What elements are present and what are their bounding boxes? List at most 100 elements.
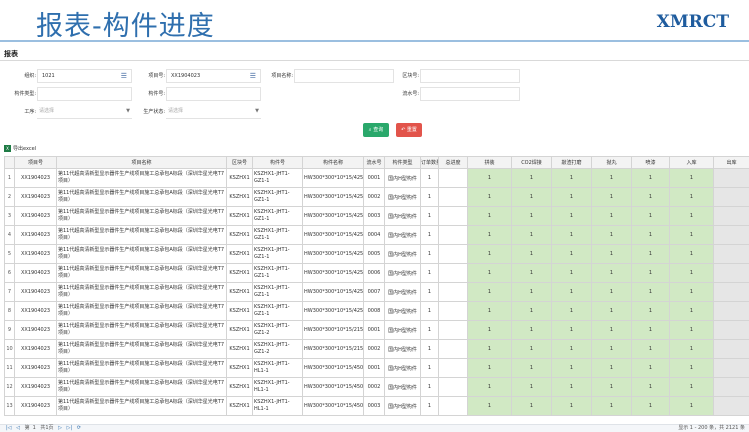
total-progress-cell: [438, 244, 468, 264]
process-cell: 1: [669, 263, 714, 283]
column-header[interactable]: 构件名称: [302, 156, 364, 169]
table-row[interactable]: 9 XX1904023 第11代超高清新型显示器件生产线项目施工总承包A标段（深圳华…: [4, 320, 749, 340]
next-page-button[interactable]: ▷: [58, 425, 62, 431]
process-select[interactable]: 请选择 ▼: [37, 105, 132, 119]
column-header[interactable]: 区块号: [226, 156, 253, 169]
component-no-cell: KSZHX1-JHT1-GZ1-1: [252, 282, 303, 302]
process-cell: 1: [669, 187, 714, 207]
table-row[interactable]: 10 XX1904023 第11代超高清新型显示器件生产线项目施工总承包A标段（深圳…: [4, 339, 749, 359]
table-row[interactable]: 13 XX1904023 第11代超高清新型显示器件生产线项目施工总承包A标段（深圳…: [4, 396, 749, 416]
table-row[interactable]: 7 XX1904023 第11代超高清新型显示器件生产线项目施工总承包A标段（深圳华…: [4, 282, 749, 302]
column-header[interactable]: 抛丸: [591, 156, 632, 169]
chevron-down-icon: ▼: [126, 108, 130, 114]
process-cell: 1: [591, 244, 632, 264]
project-cell: XX1904023: [14, 187, 57, 207]
type-cell: 国内H型构件: [384, 377, 421, 397]
column-header[interactable]: 构件类型: [384, 156, 421, 169]
export-excel-button[interactable]: X 导出excel: [4, 145, 36, 154]
total-progress-cell: [438, 301, 468, 321]
last-page-button[interactable]: ▷|: [67, 425, 73, 431]
table-row[interactable]: 3 XX1904023 第11代超高清新型显示器件生产线项目施工总承包A标段（深圳华…: [4, 206, 749, 226]
name-cell: 第11代超高清新型显示器件生产线项目施工总承包A标段（深圳华星光电T7项目）: [56, 206, 227, 226]
process-cell: 1: [591, 225, 632, 245]
process-cell: 1: [551, 206, 592, 226]
process-cell: 1: [467, 225, 512, 245]
qty-cell: 1: [420, 206, 439, 226]
table-row[interactable]: 4 XX1904023 第11代超高清新型显示器件生产线项目施工总承包A标段（深圳华…: [4, 225, 749, 245]
process-cell: 1: [551, 301, 592, 321]
outbound-cell: [713, 187, 749, 207]
column-header[interactable]: 出库: [713, 156, 749, 169]
column-header[interactable]: 订单数量: [420, 156, 439, 169]
reset-button[interactable]: ↶ 重置: [396, 123, 422, 137]
process-cell: 1: [591, 168, 632, 188]
query-button[interactable]: ⌕ 查询: [363, 123, 389, 137]
qty-cell: 1: [420, 396, 439, 416]
column-header[interactable]: 构件号: [252, 156, 303, 169]
idx: 7: [4, 282, 15, 302]
component-type-field[interactable]: [37, 87, 132, 101]
first-page-button[interactable]: |◁: [6, 425, 12, 431]
status-select[interactable]: 请选择 ▼: [166, 105, 261, 119]
total-progress-cell: [438, 168, 468, 188]
table-row[interactable]: 12 XX1904023 第11代超高清新型显示器件生产线项目施工总承包A标段（深圳…: [4, 377, 749, 397]
process-cell: 1: [669, 396, 714, 416]
qty-cell: 1: [420, 377, 439, 397]
org-field[interactable]: 1021 ☰: [37, 69, 132, 83]
idx: 11: [4, 358, 15, 378]
table-row[interactable]: 1 XX1904023 第11代超高清新型显示器件生产线项目施工总承包A标段（深圳华…: [4, 168, 749, 188]
filter-row-3: 工序: 请选择 ▼ 生产状态: 请选择 ▼: [0, 104, 749, 120]
process-cell: 1: [669, 206, 714, 226]
column-header[interactable]: 拼装: [467, 156, 512, 169]
block-cell: KSZHX1: [226, 339, 253, 359]
component-no-field[interactable]: [166, 87, 261, 101]
total-progress-cell: [438, 320, 468, 340]
page-prefix: 第: [24, 425, 30, 431]
idx: 5: [4, 244, 15, 264]
component-name-cell: HW300*300*10*15/4500.0: [302, 358, 364, 378]
section-title: 报表: [4, 50, 18, 58]
table-row[interactable]: 6 XX1904023 第11代超高清新型显示器件生产线项目施工总承包A标段（深圳华…: [4, 263, 749, 283]
list-icon[interactable]: ☰: [250, 70, 256, 82]
column-header[interactable]: 项目号: [14, 156, 57, 169]
total-progress-cell: [438, 377, 468, 397]
idx: 10: [4, 339, 15, 359]
table-row[interactable]: 5 XX1904023 第11代超高清新型显示器件生产线项目施工总承包A标段（深圳华…: [4, 244, 749, 264]
idx: 8: [4, 301, 15, 321]
table-row[interactable]: 2 XX1904023 第11代超高清新型显示器件生产线项目施工总承包A标段（深圳华…: [4, 187, 749, 207]
process-cell: 1: [551, 282, 592, 302]
column-header[interactable]: 入库: [669, 156, 714, 169]
serial-field[interactable]: [420, 87, 520, 101]
page-number-input[interactable]: 1: [33, 425, 36, 431]
prev-page-button[interactable]: ◁: [16, 425, 20, 431]
block-cell: KSZHX1: [226, 282, 253, 302]
list-icon[interactable]: ☰: [121, 70, 127, 82]
serial-cell: 0002: [363, 339, 385, 359]
total-progress-cell: [438, 396, 468, 416]
column-header[interactable]: CO2焊接: [511, 156, 552, 169]
column-header[interactable]: 总进度: [438, 156, 468, 169]
project-cell: XX1904023: [14, 320, 57, 340]
block-field[interactable]: [420, 69, 520, 83]
refresh-icon[interactable]: ⟳: [77, 425, 81, 431]
project-no-field[interactable]: XX1904023 ☰: [166, 69, 261, 83]
process-cell: 1: [591, 396, 632, 416]
outbound-cell: [713, 168, 749, 188]
column-header[interactable]: 喷漆: [631, 156, 670, 169]
component-name-cell: HW300*300*10*15/4250.0: [302, 263, 364, 283]
block-cell: KSZHX1: [226, 358, 253, 378]
project-cell: XX1904023: [14, 377, 57, 397]
process-cell: 1: [631, 339, 670, 359]
project-no-value: XX1904023: [171, 73, 201, 79]
table-row[interactable]: 11 XX1904023 第11代超高清新型显示器件生产线项目施工总承包A标段（深圳…: [4, 358, 749, 378]
table-row[interactable]: 8 XX1904023 第11代超高清新型显示器件生产线项目施工总承包A标段（深圳华…: [4, 301, 749, 321]
process-cell: 1: [551, 320, 592, 340]
column-header[interactable]: 项目名称: [56, 156, 227, 169]
export-label: 导出excel: [13, 146, 37, 152]
project-name-field[interactable]: [294, 69, 394, 83]
serial-cell: 0003: [363, 396, 385, 416]
column-header[interactable]: 敲渣打磨: [551, 156, 592, 169]
column-header[interactable]: [4, 156, 15, 169]
column-header[interactable]: 流水号: [363, 156, 385, 169]
name-cell: 第11代超高清新型显示器件生产线项目施工总承包A标段（深圳华星光电T7项目）: [56, 244, 227, 264]
